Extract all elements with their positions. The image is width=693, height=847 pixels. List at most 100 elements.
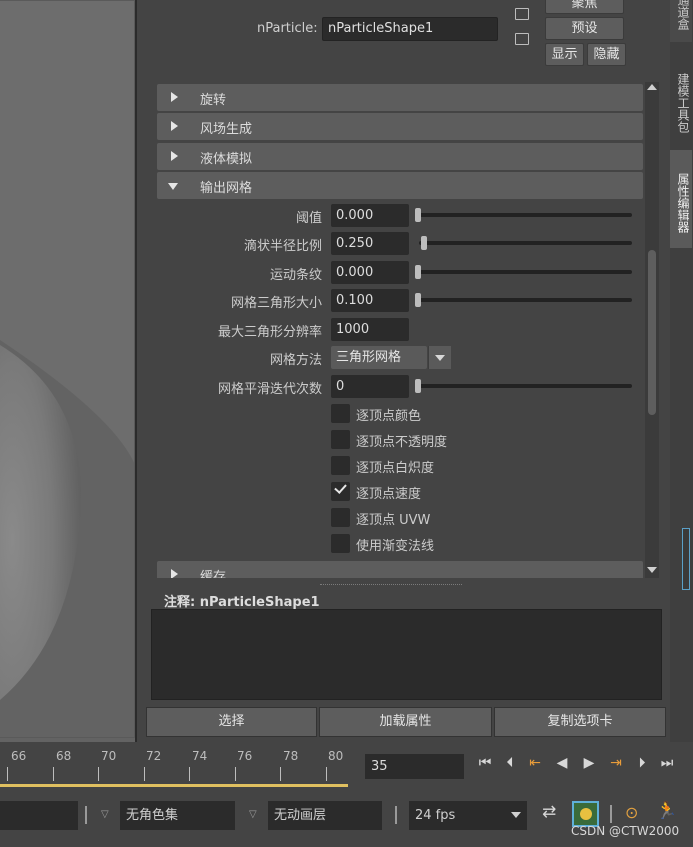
tab-channel-box[interactable]: 通道盒 (670, 0, 692, 42)
motion-streak-slider-handle[interactable] (415, 265, 421, 279)
viewport-panel[interactable] (0, 0, 137, 742)
checkbox-label: 逐顶点速度 (356, 487, 422, 502)
go-to-end-icon[interactable]: ⏭ (656, 755, 678, 771)
side-scroll-indicator (682, 528, 690, 590)
tick-label: 76 (237, 749, 253, 763)
collapse-arrow-icon (171, 121, 178, 131)
scroll-up-icon[interactable] (647, 84, 657, 90)
select-button[interactable]: 选择 (146, 707, 317, 737)
hide-button[interactable]: 隐藏 (587, 43, 626, 66)
mesh-method-dropdown[interactable]: 三角形网格 (331, 346, 427, 369)
key-icon[interactable]: ⊙ (625, 803, 638, 822)
mesh-method-dropdown-arrow[interactable] (428, 346, 451, 369)
prev-key-icon[interactable]: ⇤ (524, 755, 546, 771)
blobby-radius-label: 滴状半径比例 (243, 239, 322, 254)
show-button[interactable]: 显示 (545, 43, 584, 66)
character-set-dropdown[interactable]: 无角色集 (120, 801, 235, 830)
tab-attribute-editor[interactable]: 属性编辑器 (670, 150, 692, 248)
threshold-label: 阈值 (295, 211, 322, 226)
checkbox-per-vertex-color[interactable] (331, 404, 350, 423)
time-tick (280, 767, 281, 781)
mesh-method-label: 网格方法 (269, 353, 322, 368)
time-tick (98, 767, 99, 781)
tab-modeling-toolkit[interactable]: 建模工具包 (670, 50, 692, 148)
watermark: CSDN @CTW2000 (571, 824, 680, 838)
time-tick (325, 767, 327, 781)
checkbox-per-vertex-opacity[interactable] (331, 430, 350, 449)
preset-button[interactable]: 预设 (545, 17, 624, 40)
next-key-icon[interactable]: ⇥ (605, 755, 627, 771)
anim-layer-dropdown[interactable]: 无动画层 (268, 801, 382, 830)
collapse-arrow-icon (171, 151, 178, 161)
checkbox-per-vertex-uvw[interactable] (331, 508, 350, 527)
scrollbar-thumb[interactable] (648, 250, 656, 415)
checkbox-label: 逐顶点颜色 (356, 409, 422, 424)
tick-label: 72 (146, 749, 162, 763)
input-connection-icon[interactable] (515, 8, 529, 20)
step-forward-icon[interactable]: ⏵ (631, 755, 653, 771)
copy-tab-button[interactable]: 复制选项卡 (494, 707, 666, 737)
blobby-radius-field[interactable]: 0.250 (331, 232, 409, 255)
auto-key-icon[interactable]: 🏃 (656, 801, 677, 821)
attribute-scroll-area[interactable]: 旋转 风场生成 液体模拟 输出网格 阈值 0.000 滴状半径比例 0.250 … (157, 82, 643, 578)
checkbox-use-gradient-normals[interactable] (331, 534, 350, 553)
triangle-size-slider[interactable] (419, 298, 632, 302)
threshold-slider[interactable] (419, 213, 632, 217)
load-attributes-button[interactable]: 加载属性 (319, 707, 492, 737)
section-liquid-simulation[interactable]: 液体模拟 (157, 143, 643, 170)
mesh-smoothing-slider-handle[interactable] (415, 379, 421, 393)
play-forward-icon[interactable]: ▶ (578, 755, 600, 771)
mesh-smoothing-slider[interactable] (419, 384, 632, 388)
separator (85, 806, 87, 824)
notes-label: 注释: nParticleShape1 (164, 595, 320, 610)
motion-streak-field[interactable]: 0.000 (331, 261, 409, 284)
section-wind-generation[interactable]: 风场生成 (157, 113, 643, 140)
chevron-down-icon[interactable]: ▽ (249, 809, 257, 820)
section-output-mesh[interactable]: 输出网格 (157, 172, 643, 199)
collapse-arrow-icon (171, 92, 178, 102)
tick-label: 80 (328, 749, 344, 763)
chevron-down-icon (435, 355, 445, 361)
nparticle-name-field[interactable]: nParticleShape1 (322, 17, 498, 41)
checkmark-icon (334, 481, 347, 494)
time-tick (189, 767, 190, 781)
max-triangle-res-label: 最大三角形分辨率 (217, 325, 322, 340)
time-tick (234, 767, 236, 781)
separator (610, 805, 612, 823)
max-triangle-res-field[interactable]: 1000 (331, 318, 409, 341)
chevron-down-icon[interactable]: ▽ (101, 809, 109, 820)
blobby-radius-slider-handle[interactable] (421, 236, 428, 250)
play-backward-icon[interactable]: ◀ (551, 755, 573, 771)
collapse-arrow-icon (171, 569, 178, 578)
section-cache[interactable]: 缓存 (157, 561, 643, 578)
step-back-icon[interactable]: ⏴ (499, 755, 521, 771)
checkbox-label: 逐顶点白炽度 (356, 461, 435, 476)
threshold-slider-handle[interactable] (415, 208, 421, 222)
splitter-handle[interactable] (320, 584, 462, 585)
tick-label: 74 (192, 749, 208, 763)
section-rotation[interactable]: 旋转 (157, 84, 643, 111)
notes-textarea[interactable] (151, 609, 662, 700)
time-tick (143, 767, 145, 781)
loop-icon[interactable]: ⇄ (542, 802, 556, 822)
triangle-size-label: 网格三角形大小 (230, 296, 322, 311)
mesh-smoothing-field[interactable]: 0 (331, 375, 409, 398)
threshold-field[interactable]: 0.000 (331, 204, 409, 227)
checkbox-label: 逐顶点 UVW (356, 513, 431, 528)
checkbox-per-vertex-incandescence[interactable] (331, 456, 350, 475)
go-to-start-icon[interactable]: ⏮ (474, 755, 496, 771)
scroll-down-icon[interactable] (647, 567, 657, 573)
expand-arrow-icon (168, 183, 178, 190)
triangle-size-slider-handle[interactable] (415, 293, 421, 307)
checkbox-per-vertex-velocity[interactable] (331, 481, 350, 501)
focus-button[interactable]: 聚焦 (545, 0, 624, 14)
fps-dropdown[interactable]: 24 fps (409, 801, 527, 830)
blobby-radius-slider[interactable] (419, 241, 632, 245)
output-connection-icon[interactable] (515, 33, 529, 45)
motion-streak-slider[interactable] (419, 270, 632, 274)
current-frame-field[interactable]: 35 (365, 754, 464, 779)
checkbox-label: 逐顶点不透明度 (356, 435, 448, 450)
triangle-size-field[interactable]: 0.100 (331, 289, 409, 312)
range-end-field[interactable] (0, 801, 78, 830)
range-bar (0, 784, 348, 787)
